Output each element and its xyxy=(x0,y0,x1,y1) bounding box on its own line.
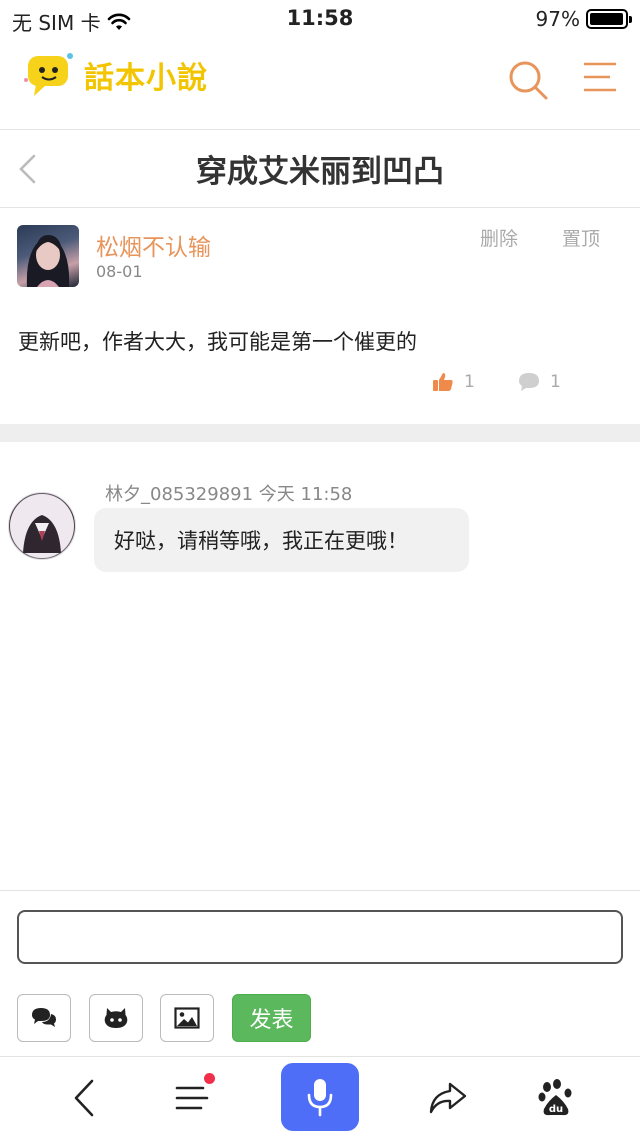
notification-dot xyxy=(204,1073,215,1084)
baidu-paw-icon: du xyxy=(538,1079,572,1116)
search-icon[interactable] xyxy=(506,58,550,102)
image-button[interactable] xyxy=(160,994,214,1042)
share-button[interactable] xyxy=(426,1057,470,1138)
status-right: 97% xyxy=(535,7,632,31)
back-arrow-icon xyxy=(74,1079,94,1117)
browser-toolbar: du xyxy=(0,1056,640,1138)
composer: 发表 xyxy=(0,890,640,1056)
avatar[interactable] xyxy=(17,225,79,287)
delete-button[interactable]: 删除 xyxy=(480,224,518,251)
thumbs-up-icon xyxy=(433,373,453,391)
github-icon xyxy=(104,1008,128,1028)
reply-button[interactable]: 1 xyxy=(518,372,561,392)
pin-button[interactable]: 置顶 xyxy=(562,224,600,251)
commenter-portrait xyxy=(10,494,74,558)
title-bar: 穿成艾米丽到凹凸 xyxy=(0,130,640,208)
logo-chat-icon xyxy=(24,53,73,96)
comment-text: 好哒，请稍等哦，我正在更哦！ xyxy=(114,529,408,553)
github-button[interactable] xyxy=(89,994,143,1042)
microphone-icon xyxy=(307,1079,333,1117)
reply-count: 1 xyxy=(550,372,561,392)
logo-text: 話本小說 xyxy=(84,61,208,96)
avatar-portrait xyxy=(26,235,70,287)
browser-menu-button[interactable] xyxy=(172,1057,212,1138)
page-title: 穿成艾米丽到凹凸 xyxy=(196,154,444,190)
chat-bubbles-icon xyxy=(32,1008,56,1027)
comment-meta: 林夕_085329891 今天 11:58 xyxy=(105,484,353,505)
share-arrow-icon xyxy=(429,1082,467,1114)
submit-button[interactable]: 发表 xyxy=(232,994,311,1042)
section-divider xyxy=(0,424,640,442)
voice-search-button[interactable] xyxy=(281,1063,359,1131)
battery-fill xyxy=(590,13,623,25)
battery-percent: 97% xyxy=(535,7,580,31)
site-header: 話本小說 xyxy=(0,36,640,130)
status-bar: 无 SIM 卡 11:58 97% xyxy=(0,0,640,36)
commenter-avatar[interactable] xyxy=(8,492,76,560)
post-date: 08-01 xyxy=(96,262,143,281)
comment-bubble-icon xyxy=(519,373,539,391)
svg-text:du: du xyxy=(549,1104,563,1115)
post-content: 更新吧，作者大大，我可能是第一个催更的 xyxy=(18,330,417,354)
list-menu-icon xyxy=(175,1086,209,1110)
like-count: 1 xyxy=(464,372,475,392)
baidu-button[interactable]: du xyxy=(534,1057,578,1138)
battery-icon xyxy=(586,9,632,29)
image-icon xyxy=(174,1007,200,1029)
comment-input[interactable] xyxy=(17,910,623,964)
comment-bubble: 好哒，请稍等哦，我正在更哦！ xyxy=(94,508,469,572)
post-author[interactable]: 松烟不认输 xyxy=(96,228,211,262)
browser-back-button[interactable] xyxy=(64,1057,104,1138)
post-card: 松烟不认输 08-01 删除 置顶 更新吧，作者大大，我可能是第一个催更的 1 … xyxy=(0,208,640,424)
menu-icon[interactable] xyxy=(582,60,618,94)
like-button[interactable]: 1 xyxy=(432,372,475,392)
site-logo[interactable]: 話本小說 xyxy=(22,50,208,100)
emoji-button[interactable] xyxy=(17,994,71,1042)
